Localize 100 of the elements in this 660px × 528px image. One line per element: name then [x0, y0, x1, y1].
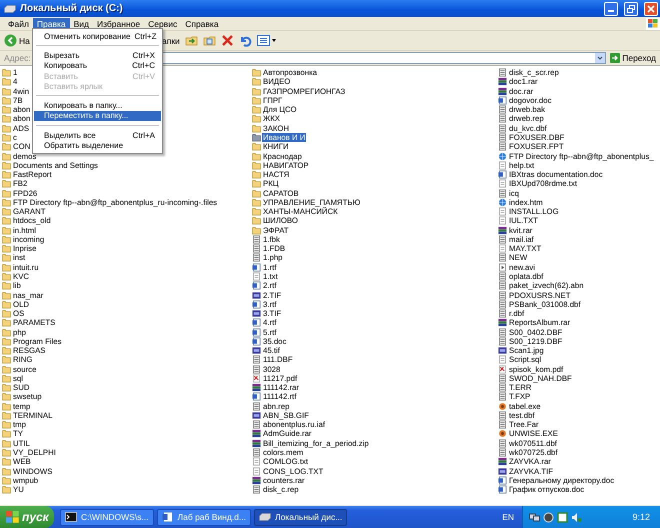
document-icon — [498, 476, 507, 485]
network-icon[interactable] — [529, 512, 540, 522]
file-icon — [498, 336, 507, 346]
archive-icon — [498, 457, 507, 466]
close-icon — [647, 4, 655, 12]
file-icon — [498, 105, 507, 114]
image-icon — [252, 410, 261, 420]
menu-item[interactable]: Копировать Ctrl+C — [34, 60, 161, 71]
dropdown-icon[interactable] — [595, 53, 606, 63]
text-file-icon — [498, 160, 507, 170]
pdf-icon — [252, 374, 261, 383]
image-icon — [252, 346, 261, 356]
address-label: Адрес: — [4, 53, 31, 63]
file-icon — [498, 420, 507, 430]
text-file-icon — [498, 179, 507, 188]
minimize-button[interactable] — [604, 2, 618, 16]
file-icon — [498, 253, 507, 262]
menu-item[interactable]: Переместить в папку... — [34, 110, 161, 122]
file-icon — [498, 142, 507, 152]
restore-icon — [627, 4, 635, 12]
back-button[interactable]: На — [4, 34, 32, 47]
document-icon — [498, 96, 507, 105]
text-file-icon — [252, 272, 261, 281]
file-icon — [252, 402, 261, 411]
text-file-icon — [498, 207, 507, 216]
file-icon — [498, 300, 507, 309]
window-title: Локальный диск (C:) — [20, 3, 124, 14]
speaker-icon[interactable] — [571, 512, 582, 522]
text-file-icon — [498, 355, 507, 364]
menu-item[interactable]: Выделить все Ctrl+A — [34, 130, 161, 140]
file-icon — [498, 290, 507, 300]
document-icon — [252, 392, 261, 402]
menu-bar-item[interactable]: Справка — [181, 18, 223, 30]
file-icon — [252, 448, 261, 458]
image-icon — [498, 466, 507, 476]
go-button[interactable]: Переход — [610, 53, 656, 63]
image-icon — [252, 290, 261, 300]
file-icon — [498, 272, 507, 281]
file-icon — [252, 244, 261, 254]
file-icon — [252, 485, 261, 494]
delete-icon[interactable] — [220, 34, 234, 47]
menu-bar-item[interactable]: Файл — [4, 18, 33, 30]
restore-button[interactable] — [624, 2, 638, 16]
web-page-icon — [498, 198, 507, 207]
archive-icon — [498, 318, 507, 328]
file-icon — [252, 355, 261, 364]
windows-logo-icon — [646, 18, 660, 30]
file-icon — [498, 309, 507, 318]
document-icon — [252, 300, 261, 309]
console-icon — [65, 512, 77, 522]
start-button[interactable]: пуск — [0, 506, 54, 528]
text-file-icon — [498, 244, 507, 254]
text-file-icon — [252, 457, 261, 466]
file-icon — [252, 234, 261, 244]
taskbar-button[interactable]: Локальный дис... — [254, 508, 348, 526]
menu-bar-item[interactable]: Сервис — [144, 18, 182, 30]
menu-bar-item[interactable]: Вид — [70, 18, 94, 30]
file-icon — [498, 124, 507, 133]
language-indicator[interactable]: EN — [502, 512, 514, 522]
menu-item[interactable]: Отменить копирование Ctrl+Z — [34, 31, 161, 42]
go-arrow-icon — [610, 53, 620, 63]
menu-bar-item[interactable]: Правка — [32, 18, 70, 30]
text-file-icon — [498, 216, 507, 226]
document-icon — [252, 328, 261, 337]
taskbar-button[interactable]: C:\WINDOWS\s... — [60, 508, 154, 526]
copy-to-icon[interactable] — [202, 34, 216, 47]
taskbar-button[interactable]: Лаб раб Винд.d... — [156, 508, 251, 526]
file-icon — [252, 253, 261, 262]
document-icon — [252, 336, 261, 346]
program-icon — [498, 402, 507, 411]
web-page-icon — [498, 152, 507, 161]
archive-icon — [498, 226, 507, 235]
file-icon — [498, 328, 507, 337]
document-icon — [252, 262, 261, 272]
image-icon — [498, 346, 507, 356]
views-icon[interactable] — [256, 34, 277, 47]
video-file-icon — [498, 262, 507, 272]
menu-bar-item[interactable]: Избранное — [93, 18, 144, 30]
menu-item[interactable]: Обратить выделение — [34, 140, 161, 151]
text-file-icon — [252, 466, 261, 476]
file-icon — [498, 188, 507, 198]
archive-icon — [252, 383, 261, 392]
file-icon — [498, 438, 507, 448]
file-icon — [498, 234, 507, 244]
archive-icon — [252, 476, 261, 485]
file-icon — [498, 68, 507, 78]
close-button[interactable] — [644, 2, 658, 16]
file-icon — [498, 281, 507, 290]
menu-item[interactable]: Вырезать Ctrl+X — [34, 50, 161, 61]
undo-icon[interactable] — [238, 34, 252, 47]
file-icon — [498, 374, 507, 383]
windows-logo-icon — [6, 511, 19, 523]
archive-icon — [252, 429, 261, 438]
move-to-icon[interactable] — [184, 34, 198, 47]
document-icon — [162, 512, 174, 522]
file-icon — [252, 364, 261, 374]
clock[interactable]: 9:12 — [632, 512, 650, 522]
menu-item[interactable]: Копировать в папку... — [34, 100, 161, 111]
folders-button[interactable]: апки — [162, 36, 180, 46]
file-icon — [498, 132, 507, 142]
